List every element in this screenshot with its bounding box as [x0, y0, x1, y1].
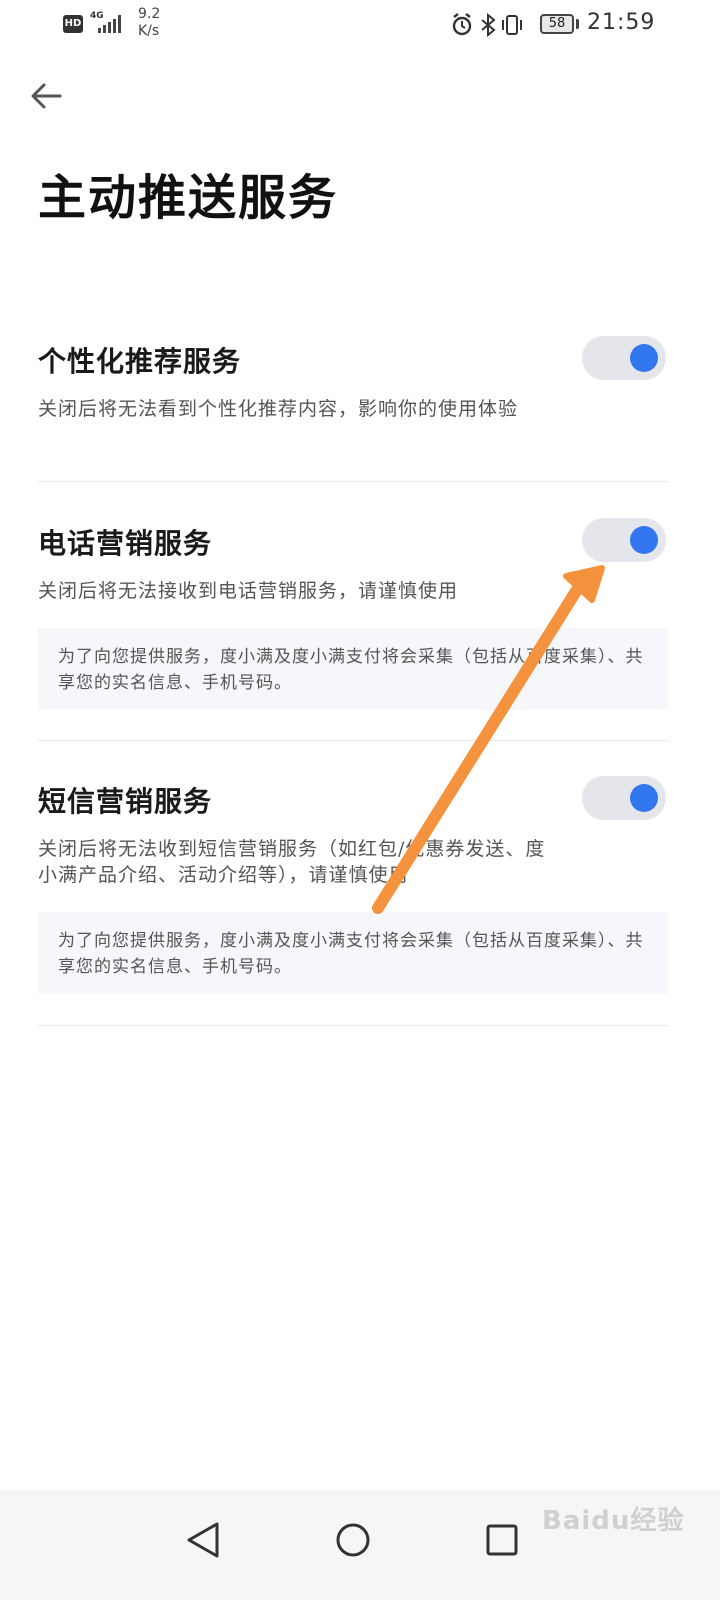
section-description: 关闭后将无法看到个性化推荐内容，影响你的使用体验	[38, 398, 519, 420]
recents-square-icon[interactable]	[472, 1510, 532, 1570]
toggle-knob	[630, 526, 658, 554]
home-circle-icon[interactable]	[323, 1510, 383, 1570]
baidu-watermark: Baidu经验	[542, 1506, 685, 1536]
status-bar: HD 4G 9.2 K/s 58 21:59	[0, 0, 720, 50]
vibrate-icon	[502, 15, 522, 35]
clock: 21:59	[587, 10, 656, 35]
section-title: 个性化推荐服务	[38, 345, 242, 378]
page-title: 主动推送服务	[38, 170, 339, 226]
section-personalized-recommendation: 个性化推荐服务 关闭后将无法看到个性化推荐内容，影响你的使用体验	[38, 336, 668, 450]
personalized-recommendation-toggle[interactable]	[582, 336, 666, 380]
divider	[38, 1025, 668, 1026]
signal-icon	[98, 15, 121, 33]
section-description: 关闭后将无法接收到电话营销服务，请谨慎使用	[38, 580, 459, 602]
network-speed: 9.2 K/s	[138, 6, 160, 40]
section-sms-marketing: 短信营销服务 关闭后将无法收到短信营销服务（如红包/优惠券发送、度小满产品介绍、…	[38, 776, 668, 995]
sms-marketing-toggle[interactable]	[582, 776, 666, 820]
speed-unit: K/s	[138, 23, 160, 39]
status-icons	[452, 12, 522, 38]
bluetooth-icon	[481, 12, 496, 38]
battery-icon: 58	[540, 14, 574, 34]
back-triangle-icon[interactable]	[173, 1510, 233, 1570]
phone-marketing-toggle[interactable]	[582, 518, 666, 562]
divider	[38, 481, 668, 482]
section-title: 电话营销服务	[38, 527, 213, 560]
battery-tip	[576, 19, 579, 29]
alarm-icon	[452, 13, 472, 36]
data-collection-notice: 为了向您提供服务，度小满及度小满支付将会采集（包括从百度采集）、共享您的实名信息…	[38, 912, 668, 994]
section-title: 短信营销服务	[38, 785, 213, 818]
toggle-knob	[630, 784, 658, 812]
toggle-knob	[630, 344, 658, 372]
section-description: 关闭后将无法收到短信营销服务（如红包/优惠券发送、度小满产品介绍、活动介绍等），…	[38, 838, 546, 886]
speed-value: 9.2	[138, 6, 161, 22]
section-phone-marketing: 电话营销服务 关闭后将无法接收到电话营销服务，请谨慎使用 为了向您提供服务，度小…	[38, 518, 668, 712]
divider	[38, 740, 668, 741]
data-collection-notice: 为了向您提供服务，度小满及度小满支付将会采集（包括从百度采集）、共享您的实名信息…	[38, 628, 668, 710]
back-arrow-icon[interactable]	[26, 74, 70, 118]
hd-badge: HD	[63, 15, 83, 33]
